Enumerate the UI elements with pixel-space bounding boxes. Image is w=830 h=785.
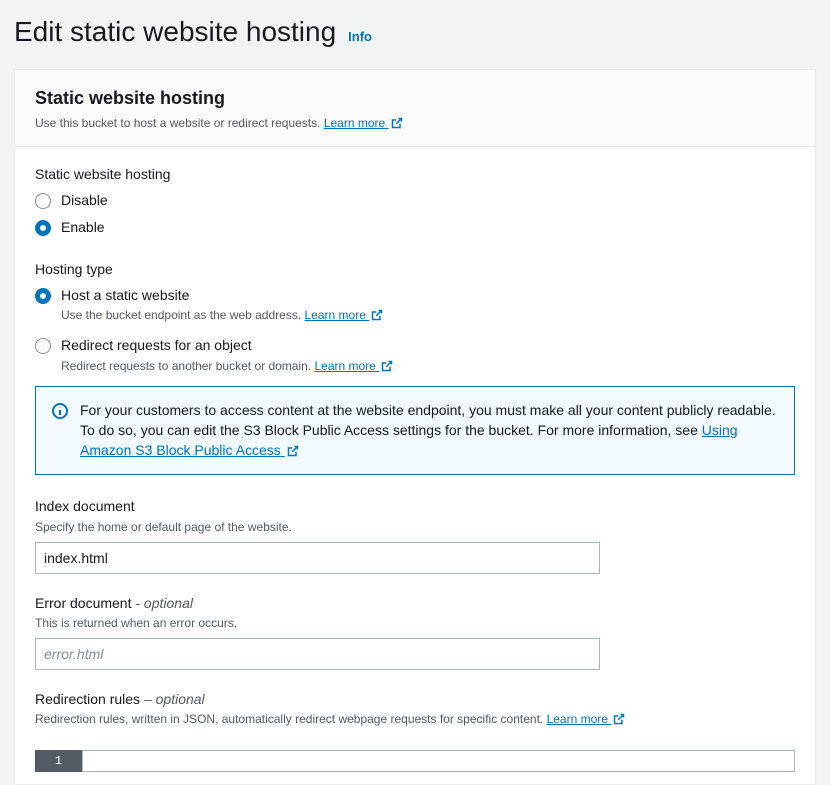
error-document-label: Error document - optional xyxy=(35,594,795,614)
optional-marker: - optional xyxy=(135,595,193,611)
learn-more-text: Learn more xyxy=(324,116,385,130)
hosting-type-static-desc: Use the bucket endpoint as the web addre… xyxy=(61,307,383,324)
error-document-desc: This is returned when an error occurs. xyxy=(35,615,795,632)
info-icon xyxy=(52,403,68,460)
external-link-icon xyxy=(381,360,393,372)
external-link-icon xyxy=(613,713,625,725)
learn-more-link[interactable]: Learn more xyxy=(314,359,393,373)
page-header: Edit static website hosting Info xyxy=(14,12,816,51)
hosting-type-static-label: Host a static website xyxy=(61,286,383,306)
learn-more-link[interactable]: Learn more xyxy=(547,712,626,726)
public-access-info-box: For your customers to access content at … xyxy=(35,386,795,475)
panel-title: Static website hosting xyxy=(35,86,795,111)
redirection-rules-desc: Redirection rules, written in JSON, auto… xyxy=(35,711,795,728)
redirection-rules-group: Redirection rules – optional Redirection… xyxy=(35,690,795,772)
swh-disable-label: Disable xyxy=(61,191,108,211)
error-document-group: Error document - optional This is return… xyxy=(35,594,795,670)
index-document-label: Index document xyxy=(35,497,795,517)
hosting-type-redirect-label: Redirect requests for an object xyxy=(61,336,393,356)
info-link[interactable]: Info xyxy=(348,28,372,46)
hosting-type-legend: Hosting type xyxy=(35,260,795,280)
external-link-icon xyxy=(371,309,383,321)
redirection-rules-label: Redirection rules – optional xyxy=(35,690,795,710)
external-link-icon xyxy=(287,445,299,457)
panel-header: Static website hosting Use this bucket t… xyxy=(15,70,815,147)
panel-body: Static website hosting Disable Enable Ho… xyxy=(15,147,815,784)
index-document-group: Index document Specify the home or defau… xyxy=(35,497,795,573)
swh-enable-option[interactable]: Enable xyxy=(35,218,795,238)
index-document-input[interactable] xyxy=(35,542,600,574)
radio-icon xyxy=(35,193,51,209)
hosting-type-static-option[interactable]: Host a static website Use the bucket end… xyxy=(35,286,795,324)
radio-icon xyxy=(35,338,51,354)
panel-description: Use this bucket to host a website or red… xyxy=(35,115,795,132)
radio-icon-selected xyxy=(35,288,51,304)
panel-desc-text: Use this bucket to host a website or red… xyxy=(35,116,320,130)
optional-marker: – optional xyxy=(144,691,205,707)
info-text: For your customers to access content at … xyxy=(80,401,778,460)
external-link-icon xyxy=(391,117,403,129)
index-document-desc: Specify the home or default page of the … xyxy=(35,519,795,536)
hosting-type-redirect-option[interactable]: Redirect requests for an object Redirect… xyxy=(35,336,795,374)
learn-more-link[interactable]: Learn more xyxy=(324,116,403,130)
hosting-type-redirect-desc: Redirect requests to another bucket or d… xyxy=(61,358,393,375)
learn-more-link[interactable]: Learn more xyxy=(305,308,384,322)
page-title: Edit static website hosting xyxy=(14,12,336,51)
static-website-hosting-panel: Static website hosting Use this bucket t… xyxy=(14,69,816,785)
swh-legend: Static website hosting xyxy=(35,165,795,185)
swh-disable-option[interactable]: Disable xyxy=(35,191,795,211)
error-document-input[interactable] xyxy=(35,638,600,670)
radio-icon-selected xyxy=(35,220,51,236)
swh-enable-label: Enable xyxy=(61,218,105,238)
